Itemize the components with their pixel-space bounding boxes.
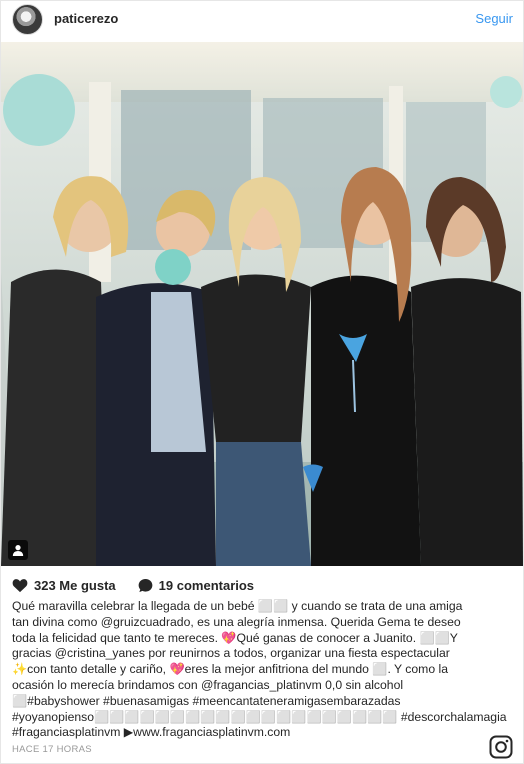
- username[interactable]: paticerezo: [54, 11, 118, 26]
- instagram-post-card: paticerezo Seguir 323 Me gusta 19 coment…: [0, 0, 524, 764]
- caption-line: ocasión lo merecía brindamos con @fragan…: [12, 677, 404, 692]
- caption-line: toda la felicidad que tanto te mereces. …: [12, 630, 458, 645]
- post-photo[interactable]: [1, 42, 523, 566]
- caption-line: gracias @cristina_yanes por reunirnos a …: [12, 646, 450, 661]
- instagram-logo-icon[interactable]: [489, 735, 513, 759]
- caption-line: #yoyanopienso⬜⬜⬜⬜⬜⬜⬜⬜⬜⬜⬜⬜⬜⬜⬜⬜⬜⬜⬜⬜ #desco…: [12, 709, 507, 724]
- post-timestamp[interactable]: HACE 17 HORAS: [12, 744, 92, 755]
- avatar[interactable]: [12, 4, 43, 35]
- engagement-stats: 323 Me gusta 19 comentarios: [12, 576, 254, 594]
- party-photo-illustration: [1, 42, 523, 566]
- follow-button[interactable]: Seguir: [475, 11, 513, 26]
- caption-line: tan divina como @gruizcuadrado, es una a…: [12, 614, 461, 629]
- post-caption: Qué maravilla celebrar la llegada de un …: [12, 599, 512, 741]
- caption-line: Qué maravilla celebrar la llegada de un …: [12, 599, 463, 613]
- heart-icon[interactable]: [12, 578, 28, 593]
- caption-line: ⬜#babyshower #buenasamigas #meencantaten…: [12, 693, 401, 708]
- person-icon: [12, 545, 24, 556]
- person-tag-icon[interactable]: [8, 540, 28, 560]
- caption-line: ✨con tanto detalle y cariño, 💖eres la me…: [12, 662, 448, 677]
- caption-line: #fraganciasplatinvm ▶www.fraganciasplati…: [12, 725, 291, 740]
- comment-bubble-icon[interactable]: [138, 578, 153, 593]
- post-header: paticerezo Seguir: [1, 1, 523, 39]
- comments-count[interactable]: 19 comentarios: [159, 578, 254, 593]
- likes-count[interactable]: 323 Me gusta: [34, 578, 116, 593]
